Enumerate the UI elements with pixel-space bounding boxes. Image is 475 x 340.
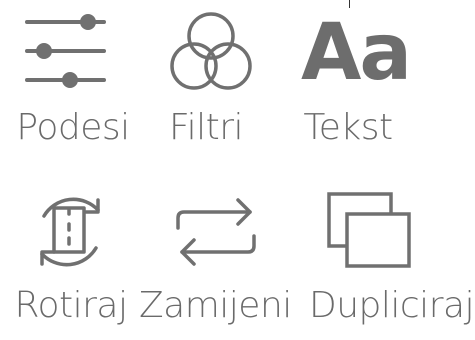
duplicate-icon bbox=[327, 192, 411, 268]
replace-label: Zamijeni bbox=[139, 285, 292, 326]
adjust-label: Podesi bbox=[16, 107, 130, 148]
rotate-icon bbox=[40, 197, 100, 267]
sliders-icon bbox=[25, 14, 106, 88]
filters-label: Filtri bbox=[168, 107, 244, 148]
rotate-tool-button[interactable]: Rotiraj bbox=[0, 180, 150, 340]
duplicate-tool-button[interactable]: Dupliciraj bbox=[305, 180, 475, 340]
filters-tool-button[interactable]: Filtri bbox=[135, 0, 285, 160]
replace-tool-button[interactable]: Zamijeni bbox=[139, 180, 292, 340]
text-label: Tekst bbox=[303, 107, 393, 148]
text-aa-icon: Aa bbox=[301, 8, 412, 98]
rotate-label: Rotiraj bbox=[14, 285, 128, 326]
swap-arrows-icon bbox=[176, 198, 256, 266]
text-tool-button[interactable]: Aa Tekst bbox=[283, 0, 433, 160]
duplicate-label: Dupliciraj bbox=[309, 285, 475, 326]
adjust-tool-button[interactable]: Podesi bbox=[0, 0, 150, 160]
tool-grid: { "tools": { "adjust": { "label": "Podes… bbox=[0, 0, 475, 333]
overlapping-circles-icon bbox=[170, 12, 252, 90]
